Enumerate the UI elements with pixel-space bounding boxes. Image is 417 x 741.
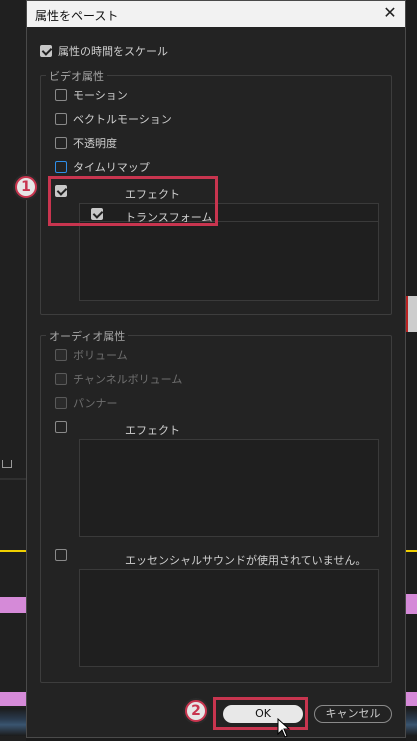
background-audio-waveform [0, 708, 26, 736]
audio-option-channel-volume: チャンネルボリューム [55, 371, 182, 387]
step-marker-2: 2 [185, 700, 207, 722]
motion-checkbox[interactable] [55, 89, 67, 101]
volume-label: ボリューム [73, 349, 128, 362]
video-attributes-label: ビデオ属性 [46, 68, 107, 84]
dialog-title: 属性をペースト [35, 9, 119, 23]
essential-sound-label: エッセンシャルサウンドが使用されていません。 [125, 554, 367, 567]
audio-effects-checkbox[interactable] [55, 421, 67, 433]
vector-motion-checkbox[interactable] [55, 113, 67, 125]
background-clip-fragment [406, 296, 417, 332]
time-remap-label: タイムリマップ [73, 161, 150, 174]
panner-label: パンナー [73, 397, 118, 410]
background-panel-right [406, 0, 417, 741]
scale-timing-option[interactable]: 属性の時間をスケール [40, 43, 168, 59]
essential-sound-checkbox[interactable] [55, 549, 67, 561]
motion-label: モーション [73, 89, 128, 102]
video-option-motion[interactable]: モーション [55, 87, 128, 103]
vector-motion-label: ベクトルモーション [73, 113, 172, 126]
background-panel-left [0, 0, 26, 741]
essential-sound-option[interactable] [55, 547, 67, 563]
audio-effects-option[interactable] [55, 419, 67, 435]
cancel-button[interactable]: キャンセル [314, 705, 392, 723]
dialog-titlebar: 属性をペースト ✕ [27, 1, 405, 27]
opacity-checkbox[interactable] [55, 137, 67, 149]
close-icon[interactable]: ✕ [381, 4, 399, 22]
volume-checkbox [55, 349, 67, 361]
background-tray-icon [2, 460, 12, 468]
scale-timing-label: 属性の時間をスケール [58, 45, 168, 58]
background-clip-pink [406, 692, 417, 706]
audio-option-volume: ボリューム [55, 347, 128, 363]
video-option-opacity[interactable]: 不透明度 [55, 135, 117, 151]
background-clip-pink [0, 597, 26, 613]
background-audio-waveform [406, 708, 417, 736]
background-divider [0, 478, 26, 480]
audio-option-panner: パンナー [55, 395, 118, 411]
paste-attributes-dialog: 属性をペースト ✕ 属性の時間をスケール ビデオ属性 モーション ベクトルモーシ… [26, 0, 406, 738]
audio-attributes-label: オーディオ属性 [46, 328, 129, 344]
background-clip-pink [406, 594, 417, 614]
time-remap-checkbox[interactable] [55, 161, 67, 173]
audio-effects-list [79, 439, 379, 537]
mouse-cursor-icon [277, 718, 291, 738]
background-playhead-line [406, 550, 417, 552]
channel-volume-checkbox [55, 373, 67, 385]
step-marker-1: 1 [15, 176, 37, 198]
highlight-ok-box [213, 697, 308, 730]
scale-timing-checkbox[interactable] [40, 45, 52, 57]
opacity-label: 不透明度 [73, 137, 117, 150]
essential-sound-list [79, 569, 379, 667]
channel-volume-label: チャンネルボリューム [73, 373, 183, 386]
video-option-time-remap[interactable]: タイムリマップ [55, 159, 150, 175]
video-option-vector-motion[interactable]: ベクトルモーション [55, 111, 172, 127]
background-clip-pink [0, 692, 26, 706]
panner-checkbox [55, 397, 67, 409]
highlight-effects-box [48, 176, 218, 226]
background-playhead-line [0, 550, 26, 552]
audio-effects-label: エフェクト [125, 424, 180, 437]
